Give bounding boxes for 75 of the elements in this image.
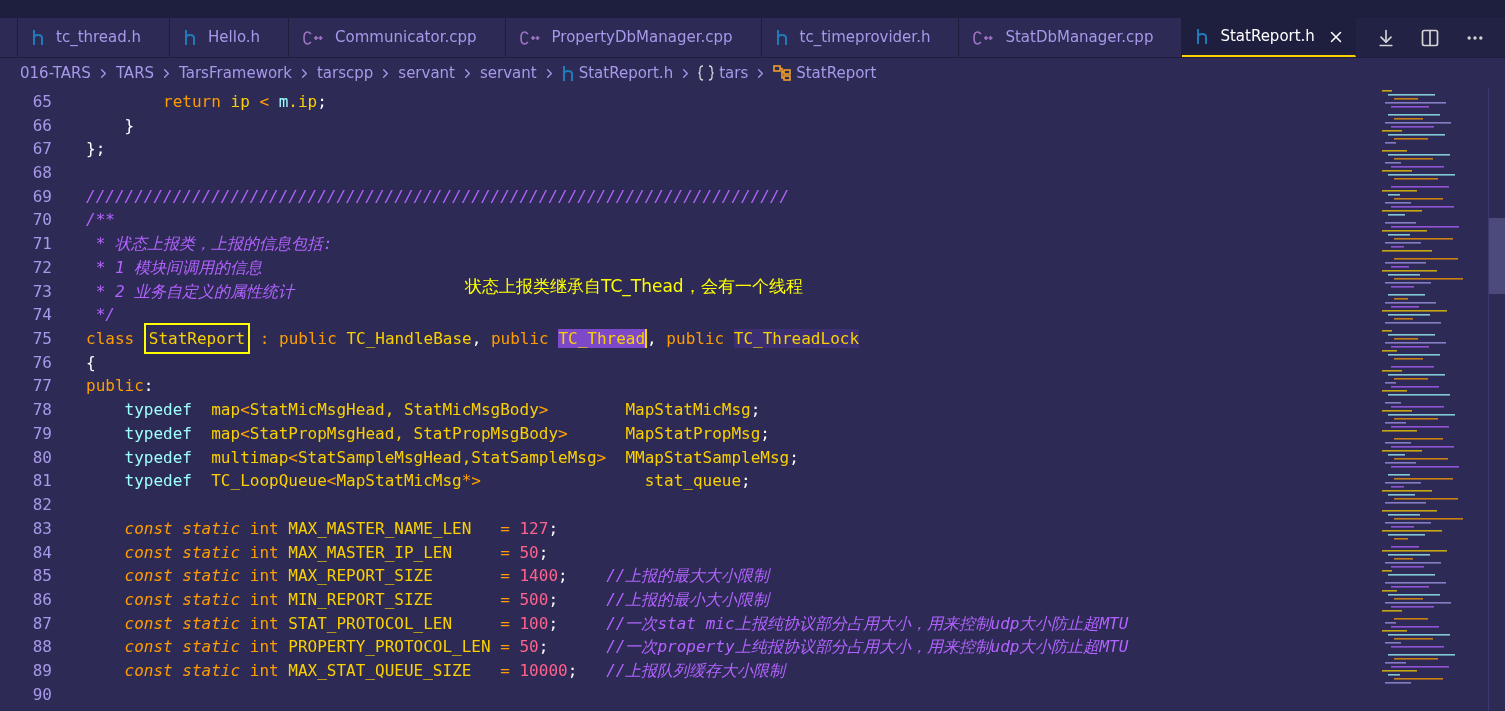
code-line: typedef TC_LoopQueue<MapStatMicMsg*> stat_queue; xyxy=(123,470,751,493)
line-number: 75 xyxy=(31,328,52,351)
breadcrumb-item[interactable]: TARS xyxy=(115,61,155,85)
breadcrumb-item[interactable]: TarsFramework xyxy=(179,61,292,85)
editor-tab[interactable]: StatDbManager.cpp xyxy=(959,18,1183,57)
line-number: 72 xyxy=(31,256,52,279)
line-number: 82 xyxy=(31,494,52,517)
class-icon xyxy=(773,65,792,81)
editor-tab[interactable]: Communicator.cpp xyxy=(289,18,506,57)
code-line: const static int MIN_REPORT_SIZE = 500; //上报的最小大小限制 xyxy=(123,588,770,611)
braces-icon xyxy=(698,65,715,81)
header-file-icon xyxy=(561,64,574,82)
line-number: 77 xyxy=(31,375,52,398)
breadcrumb-item[interactable]: tarscpp xyxy=(316,61,374,85)
line-number: 85 xyxy=(31,565,52,588)
line-number: 65 xyxy=(31,90,52,113)
line-number: 70 xyxy=(31,209,52,232)
header-file-icon xyxy=(184,29,197,46)
line-number: 90 xyxy=(31,683,52,706)
breadcrumb-item[interactable]: StatReport xyxy=(796,61,877,85)
code-line: * 1 模块间调用的信息 xyxy=(94,256,263,279)
header-file-icon xyxy=(775,29,788,46)
line-number: 87 xyxy=(31,612,52,635)
code-line: public: xyxy=(86,375,154,398)
code-line: return ip < m.ip; xyxy=(162,90,327,113)
line-number: 86 xyxy=(31,588,52,611)
line-number: 68 xyxy=(31,162,52,184)
breadcrumb-item[interactable]: 016-TARS xyxy=(20,61,91,85)
breadcrumb-item[interactable]: servant xyxy=(480,61,537,85)
line-number: 67 xyxy=(31,138,52,161)
breadcrumb-item[interactable]: tars xyxy=(719,61,749,85)
code-line: const static int PROPERTY_PROTOCOL_LEN = 50; //一次property上纯报协议部分占用大小，用来控制udp大小防止超MTU xyxy=(123,636,1129,659)
code-line: /** xyxy=(86,209,115,232)
line-number: 76 xyxy=(31,351,52,374)
editor-tab[interactable]: PropertyDbManager.cpp xyxy=(505,18,762,57)
code-line: } xyxy=(123,114,135,137)
line-number: 83 xyxy=(31,517,52,540)
line-number: 78 xyxy=(31,399,52,422)
code-line: const static int MAX_MASTER_NAME_LEN = 127; xyxy=(123,517,559,540)
code-line: typedef multimap<StatSampleMsgHead,StatSampleMsg> MMapStatSampleMsg; xyxy=(123,446,799,469)
editor-tab[interactable]: tc_thread.h xyxy=(18,18,171,57)
line-number: 74 xyxy=(31,304,52,327)
line-number: 84 xyxy=(31,541,52,564)
breadcrumb-item[interactable]: StatReport.h xyxy=(578,61,674,85)
cpp-file-icon xyxy=(303,30,324,45)
code-line: }; xyxy=(86,138,106,161)
annotation-note: 状态上报类继承自TC_Thead，会有一个线程 xyxy=(465,275,803,299)
editor-tab[interactable]: Hello.h xyxy=(170,18,290,57)
split-editor-icon[interactable] xyxy=(1420,27,1441,48)
editor-tab[interactable]: tc_timeprovider.h xyxy=(761,18,960,57)
code-line: * 状态上报类，上报的信息包括: xyxy=(94,233,333,256)
line-number: 88 xyxy=(31,636,52,659)
header-file-icon xyxy=(1196,28,1209,45)
code-line: const static int STAT_PROTOCOL_LEN = 100; //一次stat mic上报纯协议部分占用大小，用来控制udp大小防止超MTU xyxy=(123,612,1129,635)
line-number: 79 xyxy=(31,422,52,445)
code-line: const static int MAX_REPORT_SIZE = 1400; //上报的最大大小限制 xyxy=(123,565,770,588)
line-number: 71 xyxy=(31,233,52,256)
code-line: const static int MAX_STAT_QUEUE_SIZE = 10000; //上报队列缓存大小限制 xyxy=(123,660,786,683)
code-line: typedef map<StatMicMsgHead, StatMicMsgBody> MapStatMicMsg; xyxy=(123,399,761,422)
line-number: 89 xyxy=(31,660,52,683)
line-number: 69 xyxy=(31,185,52,208)
cpp-file-icon xyxy=(519,30,540,45)
code-line: const static int MAX_MASTER_IP_LEN = 50; xyxy=(123,541,549,564)
line-number: 80 xyxy=(31,446,52,469)
code-line: * 2 业务自定义的属性统计 xyxy=(94,280,295,303)
code-line: ///////////////////////////////////////////////////////////////////////// xyxy=(86,185,790,208)
line-number: 81 xyxy=(31,470,52,493)
breadcrumb-item[interactable]: servant xyxy=(398,61,455,85)
scrollbar-thumb[interactable] xyxy=(1489,218,1505,294)
line-number: 73 xyxy=(31,280,52,303)
cpp-file-icon xyxy=(973,30,994,45)
code-line: typedef map<StatPropMsgHead, StatPropMsgBody> MapStatPropMsg; xyxy=(123,422,770,445)
header-file-icon xyxy=(32,29,44,46)
editor-tab[interactable]: StatReport.h xyxy=(1182,18,1356,57)
line-number: 66 xyxy=(31,114,52,137)
